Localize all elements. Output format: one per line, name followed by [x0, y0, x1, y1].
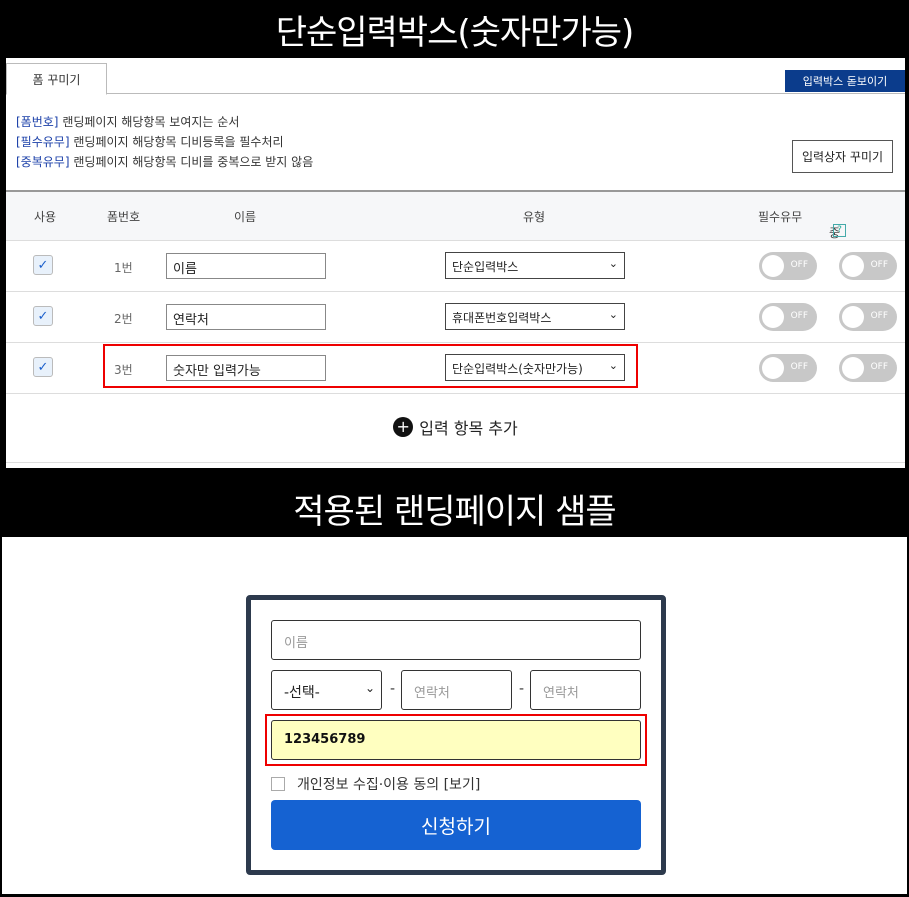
help-line: [필수유무] 랜딩페이지 해당항목 디비등록을 필수처리 — [16, 135, 284, 149]
field-name-input[interactable]: 연락처 — [166, 304, 326, 330]
duplicate-toggle[interactable]: OFF — [839, 354, 897, 382]
toggle-label: OFF — [790, 260, 808, 270]
duplicate-toggle[interactable]: OFF — [839, 303, 897, 331]
add-field-label: 입력 항목 추가 — [419, 419, 518, 438]
table-row: ✓ 2번 연락처 휴대폰번호입력박스 ⌄ OFF OFF — [6, 292, 905, 343]
column-required: 필수유무 — [758, 210, 803, 224]
agree-checkbox[interactable] — [271, 777, 285, 791]
column-use: 사용 — [34, 210, 57, 224]
phone-middle-input[interactable]: 연락처 — [401, 670, 512, 710]
form-number: 1번 — [114, 261, 133, 275]
field-type-select[interactable]: 단순입력박스 ⌄ — [445, 252, 625, 279]
number-field-highlight-box — [265, 714, 647, 766]
field-name-input[interactable]: 이름 — [166, 253, 326, 279]
table-header: 사용 폼번호 이름 유형 필수유무 중복유무? — [6, 192, 905, 291]
toggle-label: OFF — [870, 362, 888, 372]
toggle-knob — [762, 357, 784, 379]
style-input-button[interactable]: 입력상자 꾸미기 — [792, 140, 893, 173]
phone-prefix-select[interactable]: -선택- ⌄ — [271, 670, 382, 710]
toggle-knob — [842, 357, 864, 379]
form-editor-panel: 폼 꾸미기 입력박스 돋보이기 [폼번호] 랜딩페이지 해당항목 보여지는 순서… — [6, 58, 905, 468]
chevron-down-icon: ⌄ — [608, 308, 618, 321]
plus-circle-icon: + — [393, 417, 414, 437]
chevron-down-icon: ⌄ — [364, 681, 375, 695]
use-checkbox[interactable]: ✓ — [33, 357, 53, 377]
toggle-knob — [842, 306, 864, 328]
toggle-knob — [842, 255, 864, 277]
toggle-knob — [762, 306, 784, 328]
emphasize-input-button[interactable]: 입력박스 돋보이기 — [785, 70, 905, 92]
required-toggle[interactable]: OFF — [759, 354, 817, 382]
column-name: 이름 — [234, 210, 257, 224]
column-form-no: 폼번호 — [107, 210, 141, 224]
table-row: ✓ 1번 이름 단순입력박스 ⌄ OFF OFF — [6, 241, 905, 292]
privacy-agree[interactable]: 개인정보 수집·이용 동의 [보기] — [271, 774, 480, 794]
tab-bar: 폼 꾸미기 입력박스 돋보이기 — [6, 58, 905, 95]
use-checkbox[interactable]: ✓ — [33, 306, 53, 326]
toggle-label: OFF — [870, 311, 888, 321]
landing-sample-panel: 이름 -선택- ⌄ - 연락처 - 연락처 123456789 개인정보 수집·이… — [2, 537, 907, 894]
help-line: [폼번호] 랜딩페이지 해당항목 보여지는 순서 — [16, 115, 240, 129]
phone-last-input[interactable]: 연락처 — [530, 670, 641, 710]
tab-form-style[interactable]: 폼 꾸미기 — [6, 63, 107, 95]
row-highlight-box — [103, 344, 638, 388]
top-banner-title: 단순입력박스(숫자만가능) — [0, 0, 909, 58]
toggle-label: OFF — [790, 311, 808, 321]
duplicate-toggle[interactable]: OFF — [839, 252, 897, 280]
dash-separator: - — [390, 681, 396, 697]
submit-button[interactable]: 신청하기 — [271, 800, 641, 850]
chevron-down-icon: ⌄ — [608, 257, 618, 270]
column-type: 유형 — [523, 210, 546, 224]
toggle-label: OFF — [870, 260, 888, 270]
field-type-select[interactable]: 휴대폰번호입력박스 ⌄ — [445, 303, 625, 330]
toggle-label: OFF — [790, 362, 808, 372]
agree-label: 개인정보 수집·이용 동의 [보기] — [297, 777, 481, 793]
dash-separator: - — [519, 681, 525, 697]
form-number: 2번 — [114, 312, 133, 326]
toggle-knob — [762, 255, 784, 277]
help-icon[interactable]: ? — [833, 224, 846, 237]
add-field-button[interactable]: + 입력 항목 추가 — [6, 392, 905, 463]
sample-form: 이름 -선택- ⌄ - 연락처 - 연락처 123456789 개인정보 수집·이… — [246, 595, 666, 875]
name-input[interactable]: 이름 — [271, 620, 641, 660]
use-checkbox[interactable]: ✓ — [33, 255, 53, 275]
required-toggle[interactable]: OFF — [759, 252, 817, 280]
bottom-banner-title: 적용된 랜딩페이지 샘플 — [0, 479, 909, 537]
help-line: [중복유무] 랜딩페이지 해당항목 디비를 중복으로 받지 않음 — [16, 155, 314, 169]
required-toggle[interactable]: OFF — [759, 303, 817, 331]
help-text: [폼번호] 랜딩페이지 해당항목 보여지는 순서 [필수유무] 랜딩페이지 해당… — [16, 112, 313, 172]
